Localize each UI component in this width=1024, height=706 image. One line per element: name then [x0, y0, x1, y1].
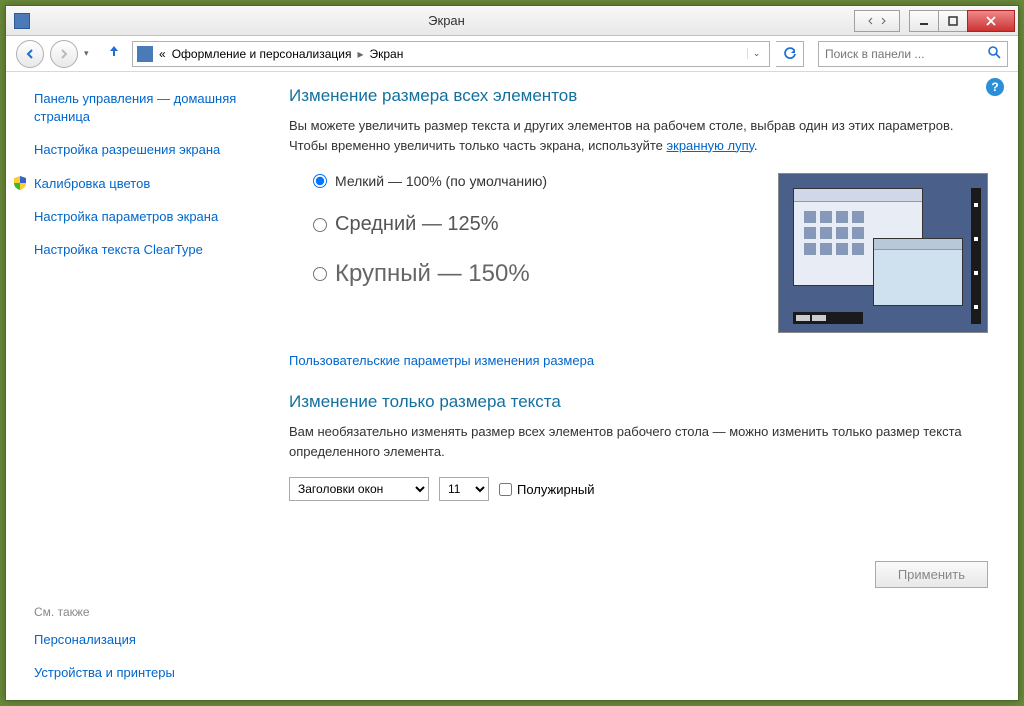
bold-checkbox-row[interactable]: Полужирный: [499, 482, 595, 497]
toolbar: ▾ « Оформление и персонализация ▸ Экран …: [6, 36, 1018, 72]
up-button[interactable]: [106, 43, 122, 64]
sidebar-link-resolution[interactable]: Настройка разрешения экрана: [34, 141, 247, 159]
scale-area: Мелкий — 100% (по умолчанию) Средний — 1…: [313, 173, 988, 333]
heading-text-only: Изменение только размера текста: [289, 392, 988, 412]
sidebar-link-color-calibration[interactable]: Калибровка цветов: [34, 175, 150, 193]
titlebar: Экран: [6, 6, 1018, 36]
address-bar[interactable]: « Оформление и персонализация ▸ Экран ⌄: [132, 41, 770, 67]
breadcrumb-part2[interactable]: Экран: [369, 47, 403, 61]
bold-label: Полужирный: [517, 482, 595, 497]
arrow-up-icon: [106, 43, 122, 59]
radio-large[interactable]: Крупный — 150%: [313, 260, 738, 288]
main-content: ? Изменение размера всех элементов Вы мо…: [261, 72, 1018, 700]
scale-radios: Мелкий — 100% (по умолчанию) Средний — 1…: [313, 173, 738, 333]
see-also-label: См. также: [34, 605, 247, 619]
window-controls: [855, 10, 1015, 32]
window-icon: [14, 13, 30, 29]
radio-medium-input[interactable]: [313, 218, 327, 232]
maximize-icon: [948, 16, 958, 26]
apply-button[interactable]: Применить: [875, 561, 988, 588]
desc-text-only: Вам необязательно изменять размер всех э…: [289, 422, 988, 461]
sidebar: Панель управления — домашняя страница На…: [6, 72, 261, 700]
location-icon: [137, 46, 153, 62]
maximize-button[interactable]: [938, 10, 968, 32]
magnifier-link[interactable]: экранную лупу: [667, 138, 754, 153]
window-title: Экран: [38, 13, 855, 28]
address-dropdown[interactable]: ⌄: [747, 48, 765, 59]
see-also-personalization[interactable]: Персонализация: [34, 631, 247, 649]
search-box[interactable]: [818, 41, 1008, 67]
help-icon[interactable]: ?: [986, 78, 1004, 96]
forward-button[interactable]: [50, 40, 78, 68]
history-dropdown[interactable]: ▾: [84, 48, 96, 59]
font-size-select[interactable]: 11: [439, 477, 489, 501]
breadcrumb-part1[interactable]: Оформление и персонализация: [172, 47, 352, 61]
arrow-left-small-icon: [866, 16, 876, 26]
radio-medium[interactable]: Средний — 125%: [313, 213, 738, 236]
radio-large-input[interactable]: [313, 267, 327, 281]
scale-preview-image: [778, 173, 988, 333]
heading-resize-all: Изменение размера всех элементов: [289, 86, 988, 106]
window-help-button[interactable]: [854, 10, 900, 32]
control-panel-window: Экран ▾ «: [5, 5, 1019, 701]
minimize-icon: [919, 16, 929, 26]
see-also-devices[interactable]: Устройства и принтеры: [34, 664, 247, 682]
refresh-icon: [783, 47, 797, 61]
shield-icon: [12, 175, 28, 191]
bold-checkbox[interactable]: [499, 483, 512, 496]
minimize-button[interactable]: [909, 10, 939, 32]
breadcrumb-prefix: «: [159, 47, 166, 61]
refresh-button[interactable]: [776, 41, 804, 67]
search-icon[interactable]: [987, 45, 1001, 62]
arrow-right-small-icon: [878, 16, 888, 26]
desc-resize-all: Вы можете увеличить размер текста и друг…: [289, 116, 988, 155]
sidebar-link-cleartype[interactable]: Настройка текста ClearType: [34, 241, 247, 259]
close-icon: [986, 16, 996, 26]
sidebar-home-link[interactable]: Панель управления — домашняя страница: [34, 90, 247, 126]
arrow-right-icon: [57, 47, 71, 61]
search-input[interactable]: [825, 47, 987, 61]
element-select[interactable]: Заголовки окон: [289, 477, 429, 501]
radio-small[interactable]: Мелкий — 100% (по умолчанию): [313, 173, 738, 189]
sidebar-link-display-settings[interactable]: Настройка параметров экрана: [34, 208, 247, 226]
custom-scaling-link[interactable]: Пользовательские параметры изменения раз…: [289, 353, 594, 368]
apply-row: Применить: [289, 561, 988, 588]
body: Панель управления — домашняя страница На…: [6, 72, 1018, 700]
breadcrumb-separator: ▸: [357, 47, 363, 61]
radio-small-input[interactable]: [313, 174, 327, 188]
text-controls: Заголовки окон 11 Полужирный: [289, 477, 988, 501]
close-button[interactable]: [967, 10, 1015, 32]
arrow-left-icon: [23, 47, 37, 61]
back-button[interactable]: [16, 40, 44, 68]
